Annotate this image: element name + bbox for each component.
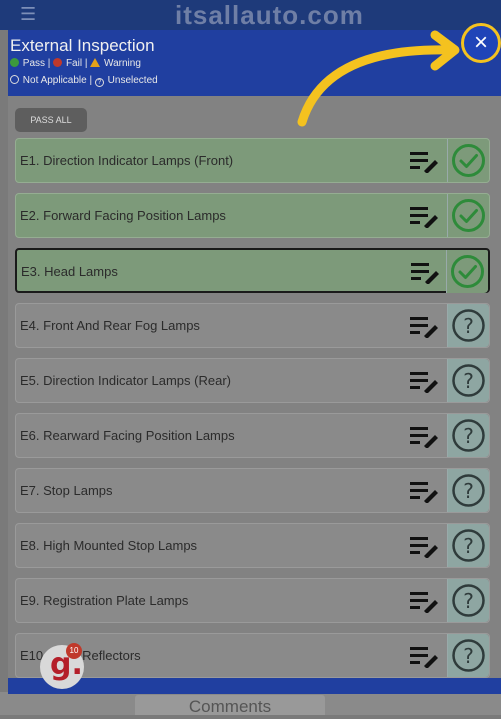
unselected-status-button[interactable]: ? — [447, 304, 489, 347]
comments-tab[interactable]: Comments — [135, 695, 325, 716]
edit-notes-icon[interactable] — [408, 314, 438, 338]
inspection-row-label: E7. Stop Lamps — [20, 483, 113, 498]
question-circle-icon: ? — [452, 639, 485, 672]
legend-unselected: Unselected — [107, 75, 158, 86]
brand-logo: g. 10 — [40, 643, 84, 689]
legend-warning: Warning — [104, 58, 141, 69]
legend-row-2: Not Applicable | ? Unselected — [10, 75, 158, 87]
edit-notes-icon[interactable] — [408, 149, 438, 173]
check-circle-icon — [452, 144, 485, 177]
modal-title: External Inspection — [10, 36, 155, 55]
svg-text:?: ? — [463, 589, 474, 613]
inspection-row-label: E9. Registration Plate Lamps — [20, 593, 189, 608]
edit-notes-icon[interactable] — [408, 589, 438, 613]
svg-text:?: ? — [463, 644, 474, 668]
svg-text:?: ? — [463, 424, 474, 448]
unselected-status-button[interactable]: ? — [447, 469, 489, 512]
inspection-row-label: E2. Forward Facing Position Lamps — [20, 208, 226, 223]
unselected-status-button[interactable]: ? — [447, 414, 489, 457]
edit-notes-icon[interactable] — [408, 204, 438, 228]
inspection-row-label: E5. Direction Indicator Lamps (Rear) — [20, 373, 231, 388]
arrow-annotation-icon — [297, 30, 460, 127]
unselected-status-button[interactable]: ? — [447, 579, 489, 622]
svg-text:?: ? — [463, 479, 474, 503]
inspection-row[interactable]: E10. Rear Reflectors? — [15, 633, 490, 678]
menu-icon[interactable]: ☰ — [20, 4, 36, 25]
inspection-row-label: E1. Direction Indicator Lamps (Front) — [20, 153, 234, 168]
pass-all-button[interactable]: PASS ALL — [15, 108, 87, 132]
warning-icon — [90, 58, 101, 67]
unselected-status-button[interactable]: ? — [447, 634, 489, 677]
inspection-row-label: E8. High Mounted Stop Lamps — [20, 538, 198, 553]
question-circle-icon: ? — [452, 529, 485, 562]
fail-icon — [53, 58, 63, 67]
pass-icon — [10, 58, 19, 67]
svg-text:?: ? — [463, 534, 474, 558]
inspection-row[interactable]: E5. Direction Indicator Lamps (Rear)? — [15, 358, 490, 403]
question-circle-icon: ? — [452, 364, 485, 397]
inspection-row[interactable]: E8. High Mounted Stop Lamps? — [15, 523, 490, 568]
check-circle-icon — [452, 199, 485, 232]
edit-notes-icon[interactable] — [408, 369, 438, 393]
inspection-row[interactable]: E7. Stop Lamps? — [15, 468, 490, 513]
edit-notes-icon[interactable] — [408, 644, 438, 668]
legend-fail: Fail | — [65, 58, 88, 69]
site-title: itsallauto.com — [175, 0, 364, 30]
pass-status-button[interactable] — [447, 194, 489, 237]
inspection-row[interactable]: E1. Direction Indicator Lamps (Front) — [15, 138, 490, 183]
svg-text:?: ? — [463, 314, 474, 338]
inspection-row[interactable]: E4. Front And Rear Fog Lamps? — [15, 303, 490, 348]
inspection-row-label: E3. Head Lamps — [21, 264, 118, 279]
edit-notes-icon[interactable] — [408, 424, 438, 448]
question-circle-icon: ? — [452, 584, 485, 617]
edit-notes-icon[interactable] — [408, 534, 438, 558]
question-circle-icon: ? — [452, 309, 485, 342]
pass-status-button[interactable] — [447, 139, 489, 182]
inspection-row-label: E4. Front And Rear Fog Lamps — [20, 318, 200, 333]
edit-notes-icon[interactable] — [409, 260, 439, 284]
inspection-row-label: E6. Rearward Facing Position Lamps — [20, 428, 235, 443]
inspection-row[interactable]: E3. Head Lamps — [15, 248, 490, 293]
unselected-status-button[interactable]: ? — [447, 524, 489, 567]
unselected-icon: ? — [94, 78, 104, 87]
inspection-list: E1. Direction Indicator Lamps (Front) E2.… — [15, 138, 490, 688]
svg-text:?: ? — [463, 369, 474, 393]
inspection-row[interactable]: E2. Forward Facing Position Lamps — [15, 193, 490, 238]
inspection-row[interactable]: E6. Rearward Facing Position Lamps? — [15, 413, 490, 458]
pass-status-button[interactable] — [446, 250, 488, 293]
inspection-row[interactable]: E9. Registration Plate Lamps? — [15, 578, 490, 623]
legend-pass: Pass | — [22, 58, 51, 69]
edit-notes-icon[interactable] — [408, 479, 438, 503]
not-applicable-icon — [10, 75, 19, 84]
background-top-bar: ☰ itsallauto.com — [0, 0, 501, 30]
question-circle-icon: ? — [452, 474, 485, 507]
unselected-status-button[interactable]: ? — [447, 359, 489, 402]
close-button[interactable]: × — [461, 23, 501, 63]
question-circle-icon: ? — [452, 419, 485, 452]
legend-not-applicable: Not Applicable | — [22, 75, 93, 86]
legend-row-1: Pass | Fail | Warning — [10, 58, 141, 69]
check-circle-icon — [451, 255, 484, 288]
logo-badge: 10 — [66, 643, 82, 659]
